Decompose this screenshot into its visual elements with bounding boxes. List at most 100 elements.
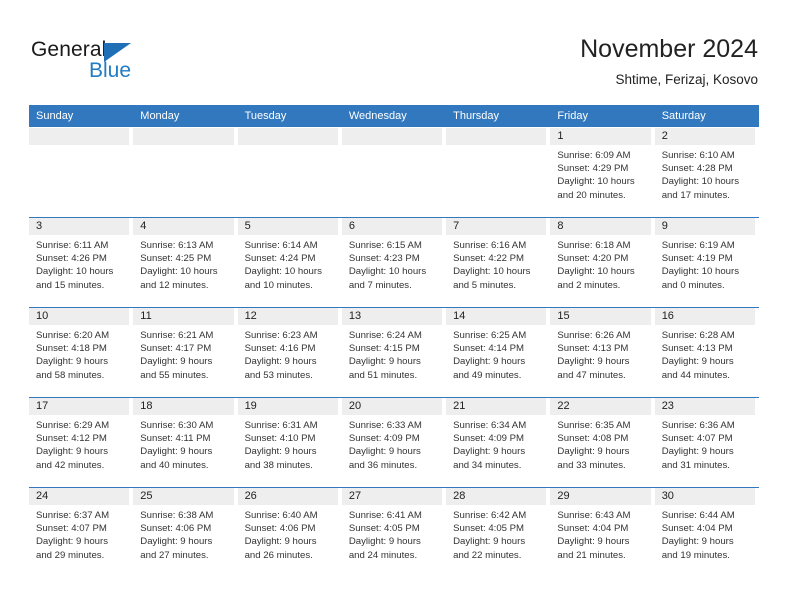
day-cell[interactable]: 7 Sunrise: 6:16 AM Sunset: 4:22 PM Daylight… <box>446 218 550 307</box>
day-info: Sunrise: 6:44 AM Sunset: 4:04 PM Daylight:… <box>655 505 755 562</box>
location-subtitle: Shtime, Ferizaj, Kosovo <box>615 72 758 87</box>
day-cell[interactable]: 13 Sunrise: 6:24 AM Sunset: 4:15 PM Dayligh… <box>341 308 446 397</box>
day-cell[interactable] <box>446 128 550 217</box>
day-cell[interactable] <box>133 128 237 217</box>
day-cell[interactable]: 1 Sunrise: 6:09 AM Sunset: 4:29 PM Daylight… <box>550 128 654 217</box>
day-cell[interactable]: 25 Sunrise: 6:38 AM Sunset: 4:06 PM Dayligh… <box>133 488 237 577</box>
day-cell[interactable]: 3 Sunrise: 6:11 AM Sunset: 4:26 PM Daylight… <box>29 218 133 307</box>
day-cell[interactable]: 23 Sunrise: 6:36 AM Sunset: 4:07 PM Dayligh… <box>654 398 759 487</box>
day-cell[interactable]: 27 Sunrise: 6:41 AM Sunset: 4:05 PM Dayligh… <box>341 488 446 577</box>
day-cell[interactable]: 14 Sunrise: 6:25 AM Sunset: 4:14 PM Dayligh… <box>446 308 550 397</box>
daylight-text-line1: Daylight: 9 hours <box>348 356 421 368</box>
daylight-text-line1: Daylight: 10 hours <box>244 266 322 278</box>
daylight-text-line2: and 53 minutes. <box>244 369 313 381</box>
daylight-text-line1: Daylight: 9 hours <box>348 536 421 548</box>
day-cell[interactable] <box>341 128 446 217</box>
day-cell[interactable]: 30 Sunrise: 6:44 AM Sunset: 4:04 PM Dayligh… <box>654 488 759 577</box>
day-info <box>342 145 442 149</box>
day-cell[interactable]: 10 Sunrise: 6:20 AM Sunset: 4:18 PM Dayligh… <box>29 308 133 397</box>
day-cell[interactable]: 2 Sunrise: 6:10 AM Sunset: 4:28 PM Daylight… <box>654 128 759 217</box>
day-info: Sunrise: 6:38 AM Sunset: 4:06 PM Daylight:… <box>133 505 233 562</box>
daylight-text-line1: Daylight: 9 hours <box>36 446 108 458</box>
day-cell[interactable]: 4 Sunrise: 6:13 AM Sunset: 4:25 PM Daylight… <box>133 218 237 307</box>
day-cell[interactable]: 19 Sunrise: 6:31 AM Sunset: 4:10 PM Dayligh… <box>237 398 342 487</box>
day-cell[interactable]: 29 Sunrise: 6:43 AM Sunset: 4:04 PM Dayligh… <box>550 488 654 577</box>
sunset-text: Sunset: 4:15 PM <box>348 343 420 355</box>
day-info: Sunrise: 6:28 AM Sunset: 4:13 PM Daylight:… <box>655 325 755 382</box>
day-info: Sunrise: 6:20 AM Sunset: 4:18 PM Daylight:… <box>29 325 129 382</box>
week-row: 1 Sunrise: 6:09 AM Sunset: 4:29 PM Daylight… <box>29 127 759 217</box>
sunset-text: Sunset: 4:12 PM <box>36 433 107 445</box>
day-cell[interactable]: 18 Sunrise: 6:30 AM Sunset: 4:11 PM Dayligh… <box>133 398 237 487</box>
day-info <box>133 145 233 149</box>
day-number: 26 <box>237 488 338 505</box>
day-cell[interactable]: 5 Sunrise: 6:14 AM Sunset: 4:24 PM Daylight… <box>237 218 342 307</box>
daylight-text-line1: Daylight: 9 hours <box>557 446 630 458</box>
sunrise-text: Sunrise: 6:41 AM <box>348 510 422 521</box>
day-number: 6 <box>341 218 443 235</box>
day-cell[interactable]: 22 Sunrise: 6:35 AM Sunset: 4:08 PM Dayligh… <box>550 398 654 487</box>
day-cell[interactable]: 6 Sunrise: 6:15 AM Sunset: 4:23 PM Daylight… <box>341 218 446 307</box>
day-info <box>238 145 338 149</box>
sunrise-text: Sunrise: 6:36 AM <box>661 420 735 431</box>
title-block: November 2024 Shtime, Ferizaj, Kosovo <box>580 34 758 90</box>
daylight-text-line2: and 31 minutes. <box>661 459 730 471</box>
daylight-text-line1: Daylight: 10 hours <box>453 266 531 278</box>
generalblue-logo[interactable]: General Blue <box>31 38 171 86</box>
day-number: 8 <box>550 218 651 235</box>
day-cell[interactable]: 21 Sunrise: 6:34 AM Sunset: 4:09 PM Dayligh… <box>446 398 550 487</box>
sunrise-text: Sunrise: 6:44 AM <box>661 510 735 521</box>
sunrise-text: Sunrise: 6:10 AM <box>661 150 735 161</box>
day-info: Sunrise: 6:19 AM Sunset: 4:19 PM Daylight:… <box>655 235 755 292</box>
daylight-text-line2: and 0 minutes. <box>661 279 725 291</box>
day-cell[interactable]: 26 Sunrise: 6:40 AM Sunset: 4:06 PM Dayligh… <box>237 488 342 577</box>
daylight-text-line1: Daylight: 9 hours <box>140 356 213 368</box>
sunrise-text: Sunrise: 6:09 AM <box>557 150 631 161</box>
day-cell[interactable]: 28 Sunrise: 6:42 AM Sunset: 4:05 PM Dayligh… <box>446 488 550 577</box>
day-cell[interactable]: 24 Sunrise: 6:37 AM Sunset: 4:07 PM Dayligh… <box>29 488 133 577</box>
sunset-text: Sunset: 4:05 PM <box>453 523 525 535</box>
sunset-text: Sunset: 4:05 PM <box>348 523 420 535</box>
day-info: Sunrise: 6:37 AM Sunset: 4:07 PM Daylight:… <box>29 505 129 562</box>
sunset-text: Sunset: 4:24 PM <box>244 253 316 265</box>
daylight-text-line1: Daylight: 9 hours <box>244 446 317 458</box>
day-cell[interactable]: 15 Sunrise: 6:26 AM Sunset: 4:13 PM Dayligh… <box>550 308 654 397</box>
sunrise-text: Sunrise: 6:30 AM <box>140 420 214 431</box>
day-cell[interactable]: 8 Sunrise: 6:18 AM Sunset: 4:20 PM Daylight… <box>550 218 654 307</box>
day-number: 23 <box>654 398 755 415</box>
daylight-text-line2: and 58 minutes. <box>36 369 105 381</box>
daylight-text-line2: and 27 minutes. <box>140 549 209 561</box>
sunset-text: Sunset: 4:23 PM <box>348 253 420 265</box>
day-cell[interactable]: 17 Sunrise: 6:29 AM Sunset: 4:12 PM Dayligh… <box>29 398 133 487</box>
daylight-text-line1: Daylight: 9 hours <box>661 356 734 368</box>
weekday-header-monday: Monday <box>140 110 180 122</box>
day-cell[interactable]: 20 Sunrise: 6:33 AM Sunset: 4:09 PM Dayligh… <box>341 398 446 487</box>
day-cell[interactable] <box>29 128 133 217</box>
sunset-text: Sunset: 4:26 PM <box>36 253 107 265</box>
day-number: 27 <box>341 488 443 505</box>
daylight-text-line2: and 5 minutes. <box>453 279 517 291</box>
day-info: Sunrise: 6:42 AM Sunset: 4:05 PM Daylight:… <box>446 505 546 562</box>
sunrise-text: Sunrise: 6:29 AM <box>36 420 110 431</box>
day-info: Sunrise: 6:35 AM Sunset: 4:08 PM Daylight:… <box>550 415 650 472</box>
day-info: Sunrise: 6:16 AM Sunset: 4:22 PM Daylight:… <box>446 235 546 292</box>
daylight-text-line1: Daylight: 10 hours <box>661 176 740 188</box>
day-info: Sunrise: 6:23 AM Sunset: 4:16 PM Daylight:… <box>238 325 338 382</box>
daylight-text-line1: Daylight: 9 hours <box>453 446 526 458</box>
daylight-text-line2: and 33 minutes. <box>557 459 626 471</box>
daylight-text-line2: and 24 minutes. <box>348 549 418 561</box>
day-info: Sunrise: 6:11 AM Sunset: 4:26 PM Daylight:… <box>29 235 129 292</box>
day-cell[interactable]: 16 Sunrise: 6:28 AM Sunset: 4:13 PM Dayligh… <box>654 308 759 397</box>
sunset-text: Sunset: 4:09 PM <box>453 433 525 445</box>
day-cell[interactable] <box>237 128 342 217</box>
day-info: Sunrise: 6:14 AM Sunset: 4:24 PM Daylight:… <box>238 235 338 292</box>
day-cell[interactable]: 11 Sunrise: 6:21 AM Sunset: 4:17 PM Dayligh… <box>133 308 237 397</box>
daylight-text-line2: and 17 minutes. <box>661 189 730 201</box>
day-info <box>29 145 129 149</box>
sunrise-text: Sunrise: 6:19 AM <box>661 240 735 251</box>
week-row: 3 Sunrise: 6:11 AM Sunset: 4:26 PM Daylight… <box>29 217 759 307</box>
day-info: Sunrise: 6:40 AM Sunset: 4:06 PM Daylight:… <box>238 505 338 562</box>
weekday-header-wednesday: Wednesday <box>348 110 407 122</box>
day-cell[interactable]: 12 Sunrise: 6:23 AM Sunset: 4:16 PM Dayligh… <box>237 308 342 397</box>
day-cell[interactable]: 9 Sunrise: 6:19 AM Sunset: 4:19 PM Daylight… <box>654 218 759 307</box>
